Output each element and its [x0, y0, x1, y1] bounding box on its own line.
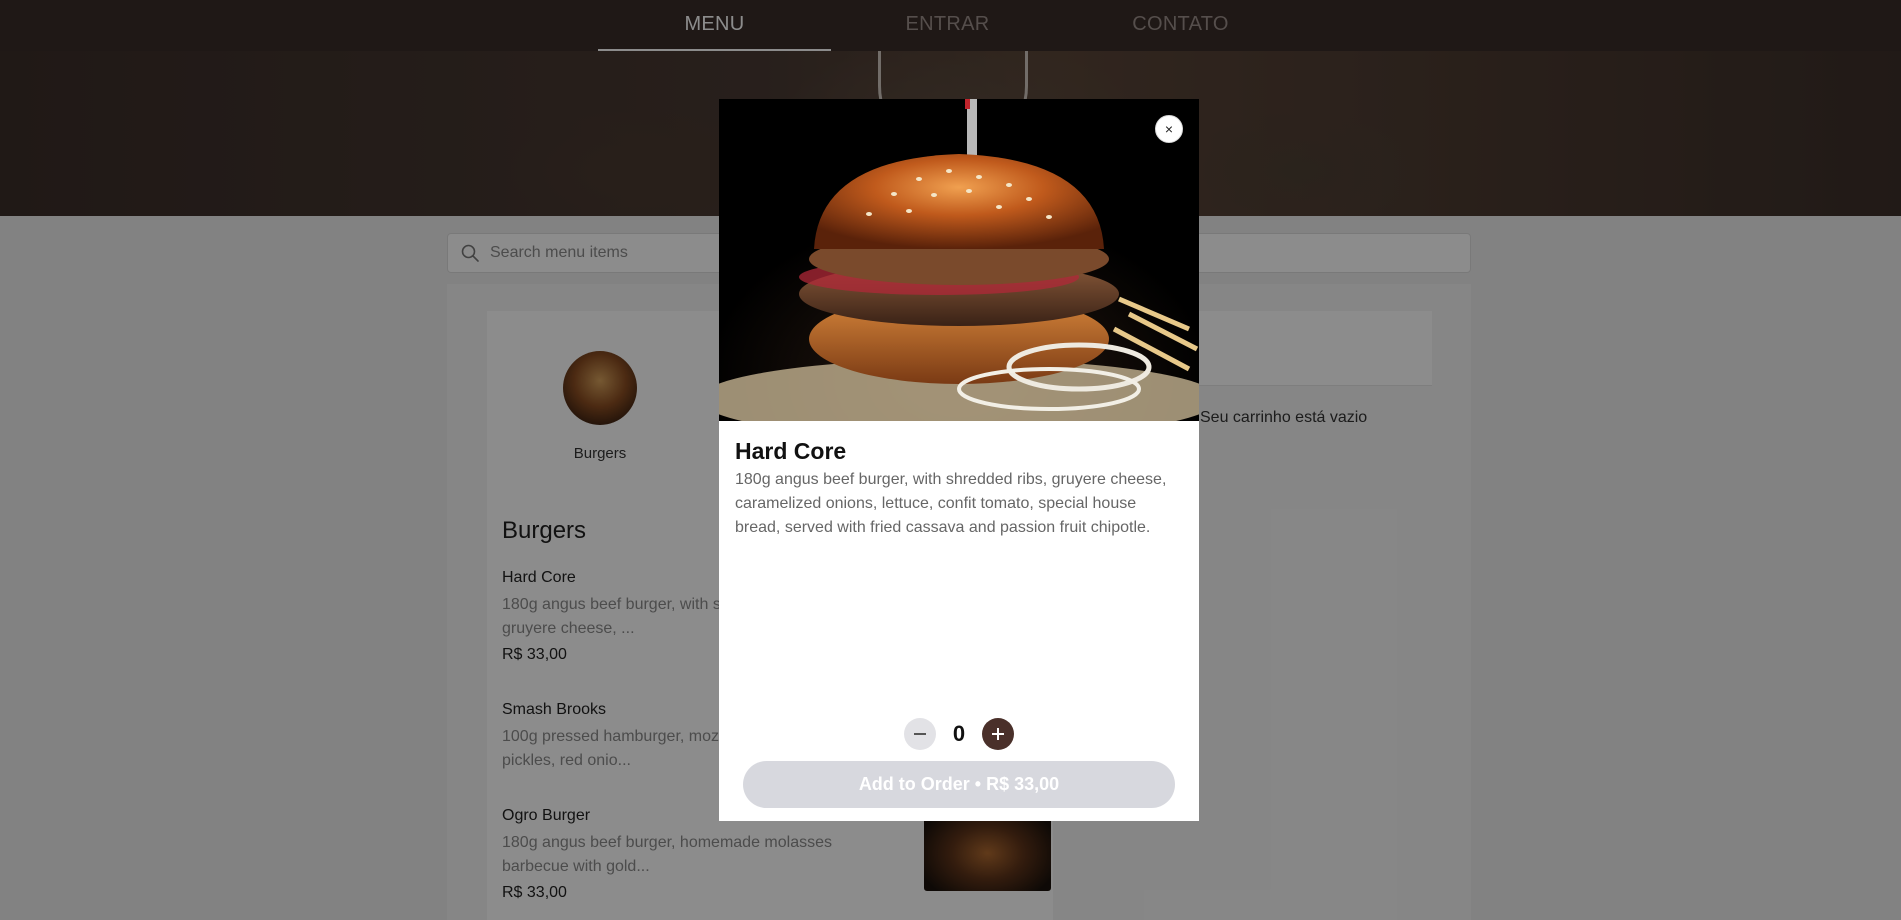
burger-photo-icon [719, 99, 1199, 421]
quantity-stepper: 0 [904, 718, 1014, 750]
close-icon: × [1164, 121, 1174, 137]
decrease-quantity-button[interactable] [904, 718, 936, 750]
plus-icon [992, 728, 1004, 740]
item-photo: × [719, 99, 1199, 421]
increase-quantity-button[interactable] [982, 718, 1014, 750]
add-to-order-button[interactable]: Add to Order • R$ 33,00 [743, 761, 1175, 808]
quantity-value: 0 [952, 721, 966, 746]
close-button[interactable]: × [1155, 115, 1183, 143]
item-description: 180g angus beef burger, with shredded ri… [735, 471, 1167, 536]
minus-icon [914, 733, 926, 735]
page: MENU ENTRAR CONTATO Burgers Burgers Hard… [0, 0, 1901, 920]
item-detail-modal: × Hard Core 180g angus beef burger, with… [719, 99, 1199, 821]
item-title: Hard Core [735, 438, 847, 464]
